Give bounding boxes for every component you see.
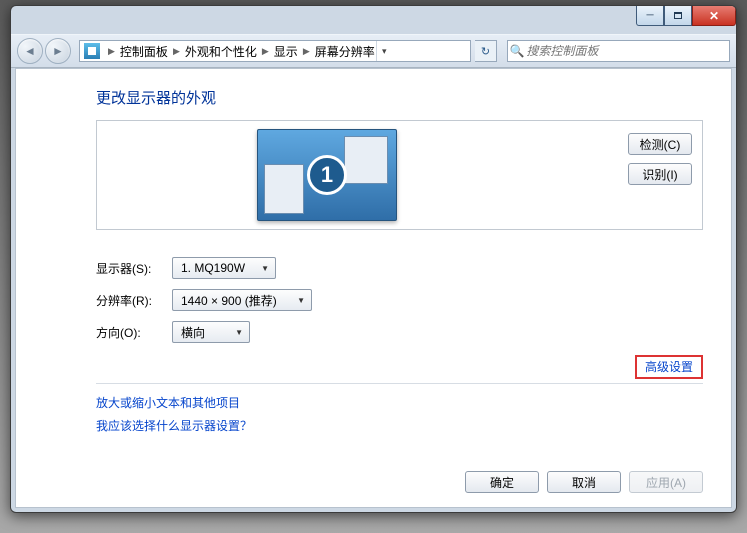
chevron-right-icon: ▶ [258, 46, 273, 57]
chevron-right-icon: ▶ [104, 46, 119, 57]
content-area: 更改显示器的外观 1 检测(C) 识别(I) 显示器(S): 1. MQ190W… [15, 68, 732, 508]
chevron-down-icon: ▼ [261, 264, 269, 273]
orientation-select[interactable]: 横向 ▼ [172, 321, 250, 343]
breadcrumb-item[interactable]: 屏幕分辨率 [314, 43, 376, 60]
which-display-link[interactable]: 我应该选择什么显示器设置？ [96, 417, 703, 434]
close-button[interactable]: ✕ [692, 6, 736, 26]
window: ─ ✕ ◄ ► ▶ 控制面板 ▶ 外观和个性化 ▶ 显示 ▶ 屏幕分辨率 ▾ ↻… [10, 5, 737, 513]
monitor-preview[interactable]: 1 [257, 129, 397, 221]
display-value: 1. MQ190W [181, 261, 245, 275]
cancel-button[interactable]: 取消 [547, 471, 621, 493]
page-title: 更改显示器的外观 [96, 87, 703, 108]
back-button[interactable]: ◄ [17, 38, 43, 64]
forward-button[interactable]: ► [45, 38, 71, 64]
divider [96, 383, 703, 384]
breadcrumb-item[interactable]: 控制面板 [119, 43, 169, 60]
minimize-button[interactable]: ─ [636, 6, 664, 26]
control-panel-icon [84, 43, 100, 59]
detect-button[interactable]: 检测(C) [628, 133, 692, 155]
display-label: 显示器(S): [96, 260, 172, 277]
resolution-label: 分辨率(R): [96, 292, 172, 309]
breadcrumb-dropdown[interactable]: ▾ [376, 41, 392, 61]
breadcrumb-item[interactable]: 显示 [273, 43, 299, 60]
breadcrumb-item[interactable]: 外观和个性化 [184, 43, 258, 60]
refresh-button[interactable]: ↻ [475, 40, 497, 62]
monitor-preview-box: 1 检测(C) 识别(I) [96, 120, 703, 230]
search-box[interactable]: 🔍 [507, 40, 730, 62]
resolution-select[interactable]: 1440 × 900 (推荐) ▼ [172, 289, 312, 311]
text-size-link[interactable]: 放大或缩小文本和其他项目 [96, 394, 703, 411]
desktop-thumb-icon [264, 164, 304, 214]
search-icon: 🔍 [508, 44, 526, 58]
titlebar: ─ ✕ [11, 6, 736, 34]
chevron-down-icon: ▼ [297, 296, 305, 305]
maximize-button[interactable] [664, 6, 692, 26]
search-input[interactable] [526, 44, 729, 58]
display-select[interactable]: 1. MQ190W ▼ [172, 257, 276, 279]
apply-button[interactable]: 应用(A) [629, 471, 703, 493]
chevron-right-icon: ▶ [299, 46, 314, 57]
breadcrumb[interactable]: ▶ 控制面板 ▶ 外观和个性化 ▶ 显示 ▶ 屏幕分辨率 ▾ [79, 40, 471, 62]
toolbar: ◄ ► ▶ 控制面板 ▶ 外观和个性化 ▶ 显示 ▶ 屏幕分辨率 ▾ ↻ 🔍 [11, 34, 736, 68]
identify-button[interactable]: 识别(I) [628, 163, 692, 185]
orientation-value: 横向 [181, 324, 205, 341]
orientation-label: 方向(O): [96, 324, 172, 341]
monitor-number: 1 [307, 155, 347, 195]
resolution-value: 1440 × 900 (推荐) [181, 292, 277, 309]
window-thumb-icon [344, 136, 388, 184]
chevron-down-icon: ▼ [235, 328, 243, 337]
chevron-right-icon: ▶ [169, 46, 184, 57]
ok-button[interactable]: 确定 [465, 471, 539, 493]
advanced-settings-link[interactable]: 高级设置 [635, 355, 703, 379]
